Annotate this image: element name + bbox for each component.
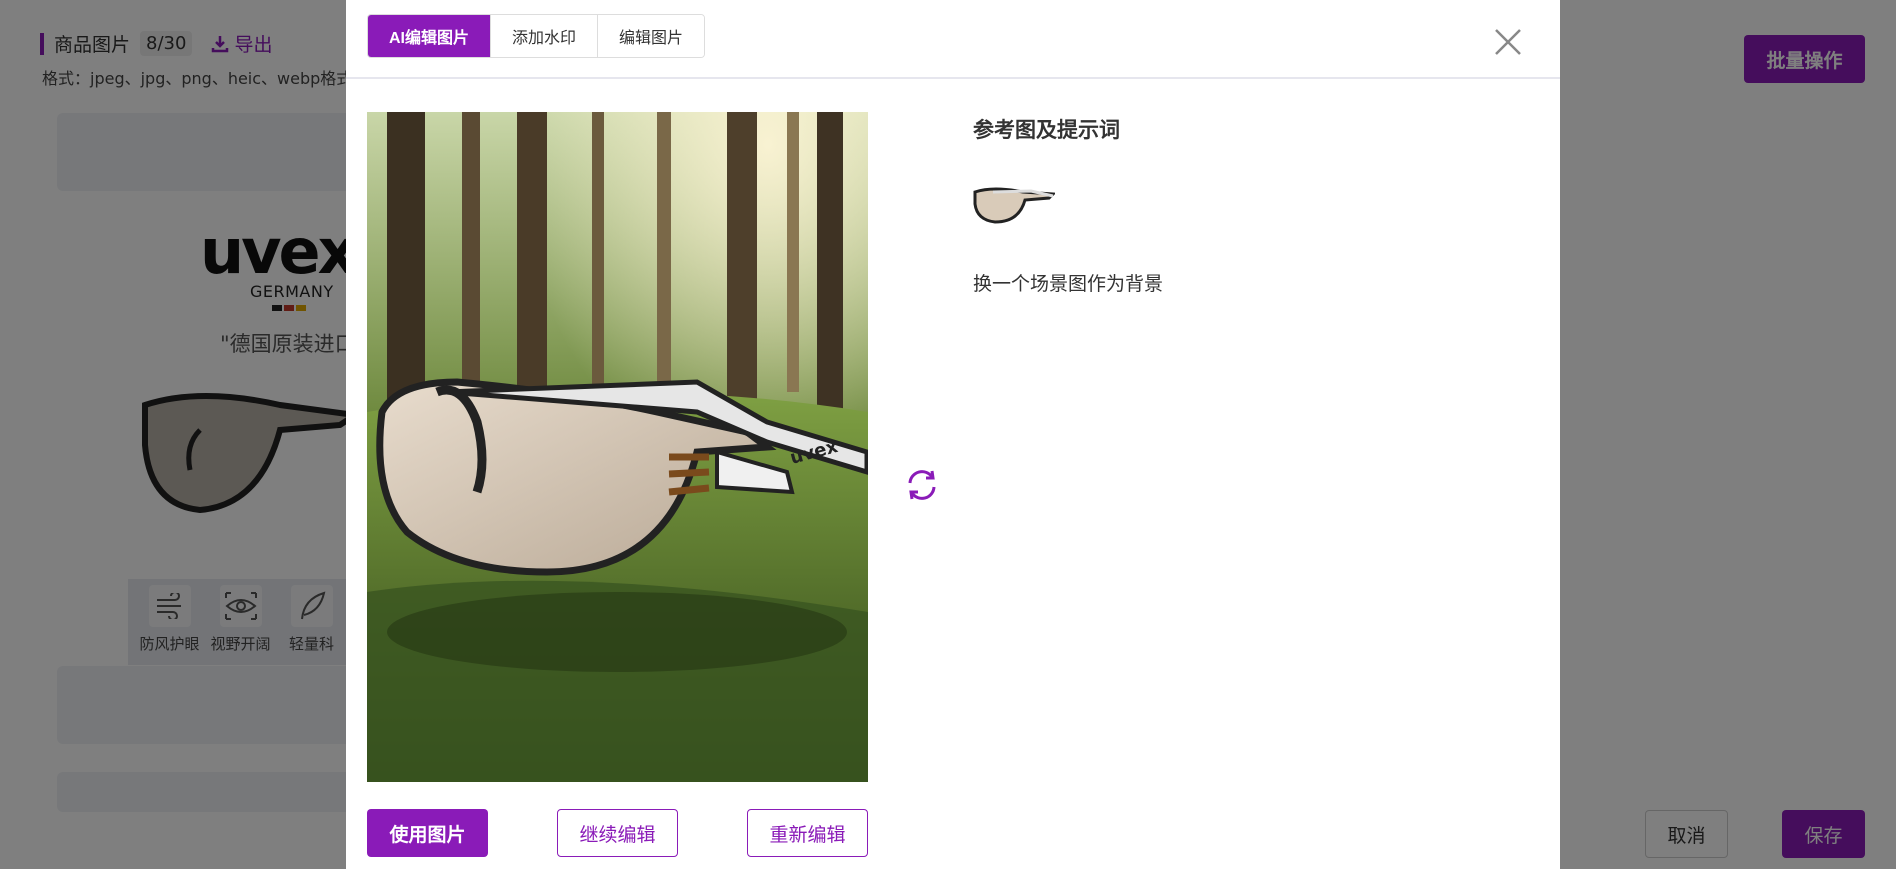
tab-edit-image[interactable]: 编辑图片 — [597, 15, 705, 57]
regenerate-button[interactable] — [902, 465, 942, 505]
use-image-button[interactable]: 使用图片 — [367, 809, 488, 857]
prompt-text: 换一个场景图作为背景 — [973, 273, 1164, 295]
reference-title: 参考图及提示词 — [973, 118, 1120, 142]
generated-image-preview: uvex — [367, 112, 868, 782]
modal-header: AI编辑图片 添加水印 编辑图片 — [346, 0, 1560, 79]
tab-add-watermark[interactable]: 添加水印 — [490, 15, 598, 57]
continue-edit-button[interactable]: 继续编辑 — [557, 809, 678, 857]
reference-thumbnail[interactable] — [973, 182, 1055, 228]
edit-tabs: AI编辑图片 添加水印 编辑图片 — [367, 14, 706, 58]
forest-glasses-image: uvex — [367, 112, 868, 782]
re-edit-button[interactable]: 重新编辑 — [747, 809, 868, 857]
ai-edit-modal: AI编辑图片 添加水印 编辑图片 uvex 参考图及提示词 换一个场景图作为背景… — [346, 0, 1560, 869]
tab-ai-edit[interactable]: AI编辑图片 — [368, 15, 491, 57]
close-button[interactable] — [1492, 26, 1524, 58]
refresh-icon — [908, 470, 936, 500]
close-icon — [1495, 29, 1521, 55]
